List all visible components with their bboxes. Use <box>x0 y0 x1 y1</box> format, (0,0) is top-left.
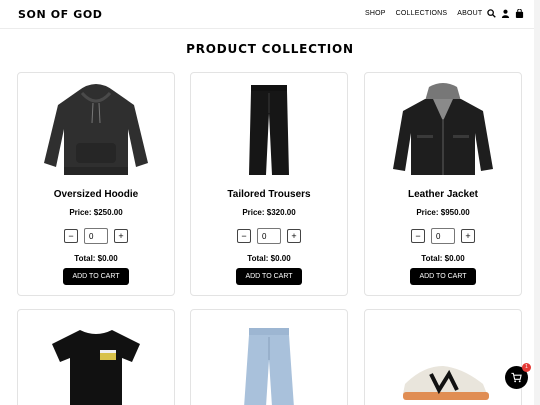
product-price: Price: $320.00 <box>242 208 296 217</box>
add-to-cart-button[interactable]: ADD TO CART <box>410 268 476 285</box>
scrollbar[interactable] <box>534 0 540 405</box>
page-title: PRODUCT COLLECTION <box>186 42 354 56</box>
product-name: Tailored Trousers <box>227 189 311 200</box>
cart-icon <box>511 372 522 383</box>
product-card <box>364 309 522 405</box>
decrease-quantity-button[interactable]: − <box>411 229 425 243</box>
product-card: Leather Jacket Price: $950.00 − + Total:… <box>364 72 522 296</box>
product-image-jeans[interactable] <box>191 322 347 405</box>
quantity-stepper: − + <box>191 228 347 244</box>
increase-quantity-button[interactable]: + <box>461 229 475 243</box>
product-card: 07 <box>17 309 175 405</box>
brand-logo[interactable]: SON OF GOD <box>18 8 103 21</box>
add-to-cart-button[interactable]: ADD TO CART <box>63 268 129 285</box>
sneaker-image <box>403 366 489 400</box>
nav-shop[interactable]: SHOP <box>365 10 386 17</box>
product-image-tshirt[interactable]: 07 <box>18 322 174 405</box>
add-to-cart-button[interactable]: ADD TO CART <box>236 268 302 285</box>
decrease-quantity-button[interactable]: − <box>237 229 251 243</box>
quantity-input[interactable] <box>257 228 281 244</box>
product-price: Price: $250.00 <box>69 208 123 217</box>
cart-count-badge: 1 <box>522 363 531 372</box>
product-total: Total: $0.00 <box>421 254 465 263</box>
product-name: Oversized Hoodie <box>53 189 139 200</box>
jeans-image <box>244 328 294 405</box>
product-total: Total: $0.00 <box>247 254 291 263</box>
nav-about[interactable]: ABOUT <box>457 10 482 17</box>
nav-collections[interactable]: COLLECTIONS <box>396 10 448 17</box>
leather-jacket-image <box>393 83 493 175</box>
product-image-trousers[interactable] <box>191 79 347 179</box>
user-icon[interactable] <box>501 9 510 18</box>
product-image-leather-jacket[interactable] <box>365 79 521 179</box>
quantity-stepper: − + <box>365 228 521 244</box>
quantity-stepper: − + <box>18 228 174 244</box>
trousers-image <box>249 85 289 175</box>
product-image-hoodie[interactable] <box>18 79 174 179</box>
increase-quantity-button[interactable]: + <box>114 229 128 243</box>
tshirt-image: 07 <box>52 330 140 405</box>
hoodie-image <box>44 84 148 175</box>
main-nav: SHOP COLLECTIONS ABOUT <box>365 10 482 17</box>
decrease-quantity-button[interactable]: − <box>64 229 78 243</box>
product-price: Price: $950.00 <box>416 208 470 217</box>
site-header: SON OF GOD SHOP COLLECTIONS ABOUT <box>0 0 540 29</box>
search-icon[interactable] <box>487 9 496 18</box>
product-name: Leather Jacket <box>407 189 479 200</box>
bag-icon[interactable] <box>515 9 524 18</box>
product-card <box>190 309 348 405</box>
increase-quantity-button[interactable]: + <box>287 229 301 243</box>
product-total: Total: $0.00 <box>74 254 118 263</box>
product-card: Tailored Trousers Price: $320.00 − + Tot… <box>190 72 348 296</box>
product-card: Oversized Hoodie Price: $250.00 − + Tota… <box>17 72 175 296</box>
quantity-input[interactable] <box>84 228 108 244</box>
quantity-input[interactable] <box>431 228 455 244</box>
product-image-sneaker[interactable] <box>365 322 521 405</box>
